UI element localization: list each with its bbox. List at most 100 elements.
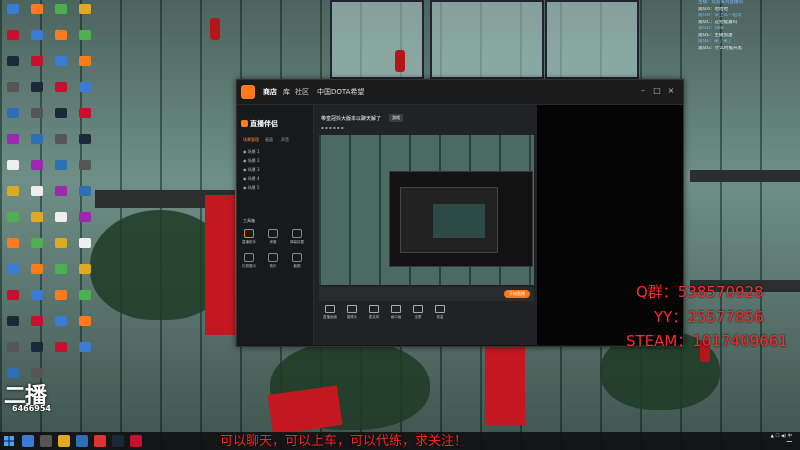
desktop-icon[interactable] [74,186,96,198]
desktop-icon[interactable] [2,4,24,16]
minimize-icon[interactable]: – [637,86,649,96]
control-mic[interactable]: 麦克风 [365,305,383,320]
desktop-icon[interactable] [26,56,48,68]
taskbar-app-icon[interactable] [40,435,52,447]
tool-screenshot[interactable]: 截图 [289,253,305,273]
desktop-icon[interactable] [2,342,24,354]
control-pip[interactable]: 画中画 [387,305,405,320]
desktop-icon[interactable] [2,212,24,224]
desktop-icon[interactable] [50,56,72,68]
scene-item[interactable]: ◉ 场景 2 [243,158,307,165]
system-tray[interactable]: ▲ ☐ ◀) 中 ━━ [770,434,792,446]
desktop-icon[interactable] [50,342,72,354]
tab-store[interactable]: 商店 [263,87,277,97]
tool-music[interactable]: 音乐 [265,253,281,273]
desktop-icon[interactable] [74,30,96,42]
desktop-icon[interactable] [74,134,96,146]
taskbar-app-icon[interactable] [22,435,34,447]
desktop-icon[interactable] [74,82,96,94]
scene-item[interactable]: ◉ 场景 5 [243,185,307,192]
tab-sound[interactable]: 声音 [281,137,289,143]
taskbar-browser-icon[interactable] [94,435,106,447]
taskbar-steam-icon[interactable] [112,435,124,447]
desktop-icon[interactable] [74,212,96,224]
taskbar-app-icon[interactable] [76,435,88,447]
desktop-icon[interactable] [26,134,48,146]
tool-assistant[interactable]: 直播助手 [241,229,257,249]
desktop-icon[interactable] [74,290,96,302]
close-icon[interactable]: × [665,86,677,96]
desktop-icon[interactable] [26,264,48,276]
desktop-app-icon [55,160,67,170]
desktop-icon[interactable] [74,342,96,354]
control-scene[interactable]: 直播画面 [321,305,339,320]
desktop-icon[interactable] [74,108,96,120]
tab-profile[interactable]: 中国DOTA希望 [317,87,364,97]
go-live-button[interactable]: 开始直播 [504,290,530,298]
desktop-icon[interactable] [74,4,96,16]
desktop-icon[interactable] [50,238,72,250]
desktop-icon[interactable] [26,290,48,302]
desktop-icon[interactable] [74,264,96,276]
desktop-icon[interactable] [50,264,72,276]
desktop-icon[interactable] [50,108,72,120]
desktop-icon[interactable] [26,160,48,172]
maximize-icon[interactable]: □ [651,86,663,96]
desktop-icon[interactable] [26,316,48,328]
desktop-icon[interactable] [2,108,24,120]
desktop-icon[interactable] [26,108,48,120]
desktop-icon[interactable] [74,238,96,250]
control-camera[interactable]: 摄像头 [343,305,361,320]
desktop-icon[interactable] [50,82,72,94]
stream-preview[interactable] [319,135,534,285]
desktop-icon[interactable] [2,30,24,42]
desktop-icon[interactable] [50,160,72,172]
desktop-icon[interactable] [2,238,24,250]
desktop-icon[interactable] [26,4,48,16]
desktop-icon[interactable] [2,316,24,328]
taskbar-folder-icon[interactable] [58,435,70,447]
desktop-icon[interactable] [50,316,72,328]
desktop-app-icon [55,134,67,144]
desktop-icon[interactable] [2,290,24,302]
desktop-icon[interactable] [74,160,96,172]
control-volume[interactable]: 音量 [431,305,449,320]
tab-community[interactable]: 社区 [295,87,309,97]
desktop-icon[interactable] [50,186,72,198]
desktop-icon[interactable] [26,212,48,224]
tool-danmaku[interactable]: 弹幕设置 [289,229,305,249]
desktop-icon[interactable] [2,186,24,198]
desktop-icon[interactable] [50,30,72,42]
desktop-icon[interactable] [50,134,72,146]
desktop-icon[interactable] [26,30,48,42]
desktop-icon[interactable] [50,212,72,224]
scene-item[interactable]: ◉ 场景 3 [243,167,307,174]
desktop-icon[interactable] [2,82,24,94]
scene-item[interactable]: ◉ 场景 4 [243,176,307,183]
room-title[interactable]: 带皇冠抖大版本以聊天解了 [321,115,381,122]
desktop-icon[interactable] [26,186,48,198]
desktop-icon[interactable] [50,290,72,302]
tab-scene-manage[interactable]: 场景管理 [243,137,259,143]
tab-library[interactable]: 库 [283,87,290,97]
desktop-icon[interactable] [26,238,48,250]
control-fullscreen[interactable]: 全屏 [409,305,427,320]
desktop-icon[interactable] [2,264,24,276]
room-category-tag[interactable]: 游戏 [389,114,403,122]
desktop-icon[interactable] [26,342,48,354]
desktop-icon[interactable] [2,134,24,146]
desktop-icon[interactable] [50,4,72,16]
desktop-icon[interactable] [74,56,96,68]
tab-picture[interactable]: 画面 [265,137,273,143]
desktop-app-icon [31,56,43,66]
desktop-icon[interactable] [2,160,24,172]
tool-room-admin[interactable]: 房管 [265,229,281,249]
scene-item[interactable]: ◉ 场景 1 [243,149,307,156]
taskbar-app-icon[interactable] [130,435,142,447]
desktop-app-icon [55,238,67,248]
desktop-icon[interactable] [26,82,48,94]
windows-start-icon[interactable] [4,436,14,446]
desktop-icon[interactable] [2,56,24,68]
desktop-icon[interactable] [74,316,96,328]
tool-gift[interactable]: 礼物展示 [241,253,257,273]
